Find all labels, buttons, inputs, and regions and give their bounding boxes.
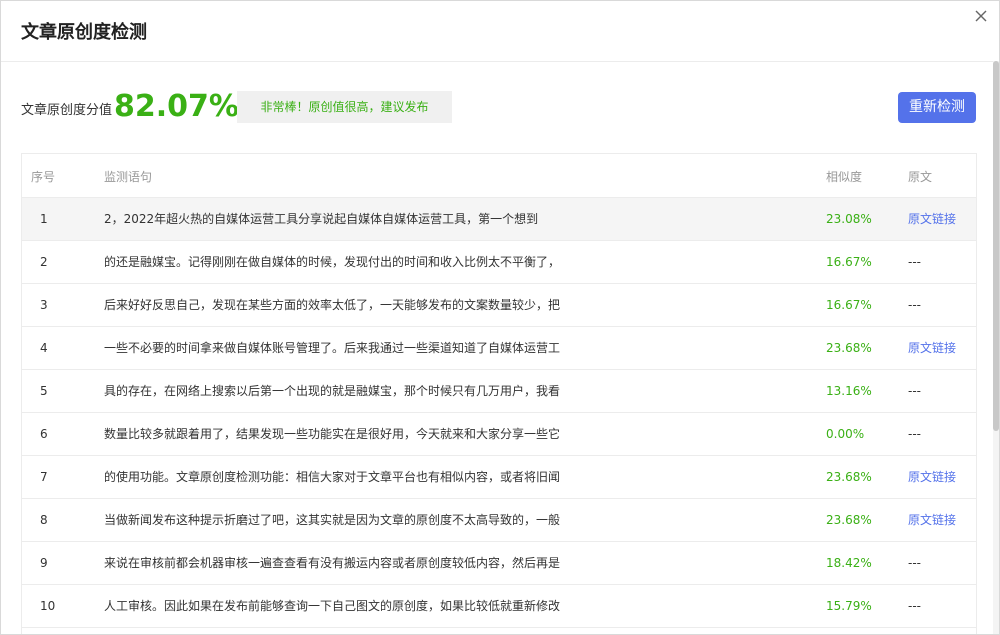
dialog-header: 文章原创度检测 xyxy=(1,1,999,62)
recheck-button[interactable]: 重新检测 xyxy=(898,92,976,123)
header-sentence: 监测语句 xyxy=(104,170,153,184)
originality-dialog: 文章原创度检测 文章原创度分值 82.07% 非常棒！原创值很高，建议发布 重新… xyxy=(0,0,1000,635)
dialog-title: 文章原创度检测 xyxy=(21,22,147,43)
source-empty: --- xyxy=(908,255,921,269)
row-index: 2 xyxy=(40,255,48,269)
source-link[interactable]: 原文链接 xyxy=(908,499,956,541)
score-note: 非常棒！原创值很高，建议发布 xyxy=(237,91,452,123)
row-index: 5 xyxy=(40,384,48,398)
row-index: 6 xyxy=(40,427,48,441)
row-index: 4 xyxy=(40,341,48,355)
row-sentence: 后来好好反思自己，发现在某些方面的效率太低了，一天能够发布的文案数量较少，把 xyxy=(104,298,561,312)
table-row: 9 来说在审核前都会机器审核一遍查查看有没有搬运内容或者原创度较低内容，然后再是 1… xyxy=(22,542,976,585)
row-similarity: 16.67% xyxy=(826,255,872,269)
table-body: 1 2，2022年超火热的自媒体运营工具分享说起自媒体自媒体运营工具，第一个想到 2… xyxy=(22,198,976,628)
row-sentence: 的还是融媒宝。记得刚刚在做自媒体的时候，发现付出的时间和收入比例太不平衡了， xyxy=(104,255,561,269)
table-row: 5 具的存在，在网络上搜索以后第一个出现的就是融媒宝，那个时候只有几万用户，我看 1… xyxy=(22,370,976,413)
row-index: 7 xyxy=(40,470,48,484)
score-value: 82.07% xyxy=(114,89,239,124)
source-link[interactable]: 原文链接 xyxy=(908,327,956,369)
results-table: 序号 监测语句 相似度 原文 1 2，2022年超火热的自媒体运营工具分享说起自媒… xyxy=(21,153,977,634)
source-link[interactable]: 原文链接 xyxy=(908,456,956,498)
source-empty: --- xyxy=(908,556,921,570)
header-source: 原文 xyxy=(908,170,933,184)
table-row: 4 一些不必要的时间拿来做自媒体账号管理了。后来我通过一些渠道知道了自媒体运营工 2… xyxy=(22,327,976,370)
header-index: 序号 xyxy=(31,170,56,184)
source-empty: --- xyxy=(908,298,921,312)
row-index: 9 xyxy=(40,556,48,570)
scrollbar-thumb[interactable] xyxy=(993,61,999,431)
row-sentence: 当做新闻发布这种提示折磨过了吧，这其实就是因为文章的原创度不太高导致的，一般 xyxy=(104,513,561,527)
row-index: 8 xyxy=(40,513,48,527)
row-sentence: 数量比较多就跟着用了，结果发现一些功能实在是很好用，今天就来和大家分享一些它 xyxy=(104,427,561,441)
source-empty: --- xyxy=(908,599,921,613)
table-row: 6 数量比较多就跟着用了，结果发现一些功能实在是很好用，今天就来和大家分享一些它 0… xyxy=(22,413,976,456)
row-index: 10 xyxy=(40,599,56,613)
row-similarity: 0.00% xyxy=(826,427,865,441)
row-index: 1 xyxy=(40,212,48,226)
row-index: 3 xyxy=(40,298,48,312)
table-row: 2 的还是融媒宝。记得刚刚在做自媒体的时候，发现付出的时间和收入比例太不平衡了， 1… xyxy=(22,241,976,284)
row-similarity: 13.16% xyxy=(826,384,872,398)
close-icon[interactable] xyxy=(973,8,989,24)
row-sentence: 一些不必要的时间拿来做自媒体账号管理了。后来我通过一些渠道知道了自媒体运营工 xyxy=(104,341,561,355)
row-sentence: 来说在审核前都会机器审核一遍查查看有没有搬运内容或者原创度较低内容，然后再是 xyxy=(104,556,561,570)
row-similarity: 16.67% xyxy=(826,298,872,312)
table-row: 3 后来好好反思自己，发现在某些方面的效率太低了，一天能够发布的文案数量较少，把 1… xyxy=(22,284,976,327)
table-row: 7 的使用功能。文章原创度检测功能：相信大家对于文章平台也有相似内容，或者将旧闻 2… xyxy=(22,456,976,499)
source-empty: --- xyxy=(908,384,921,398)
row-similarity: 23.08% xyxy=(826,212,872,226)
source-link[interactable]: 原文链接 xyxy=(908,198,956,240)
row-similarity: 18.42% xyxy=(826,556,872,570)
row-similarity: 23.68% xyxy=(826,513,872,527)
table-row: 10 人工审核。因此如果在发布前能够查询一下自己图文的原创度，如果比较低就重新修改… xyxy=(22,585,976,628)
row-sentence: 人工审核。因此如果在发布前能够查询一下自己图文的原创度，如果比较低就重新修改 xyxy=(104,599,561,613)
score-label: 文章原创度分值 xyxy=(21,103,113,118)
source-empty: --- xyxy=(908,427,921,441)
row-sentence: 具的存在，在网络上搜索以后第一个出现的就是融媒宝，那个时候只有几万用户，我看 xyxy=(104,384,561,398)
row-sentence: 2，2022年超火热的自媒体运营工具分享说起自媒体自媒体运营工具，第一个想到 xyxy=(104,212,539,226)
header-similarity: 相似度 xyxy=(826,170,863,184)
row-similarity: 15.79% xyxy=(826,599,872,613)
row-similarity: 23.68% xyxy=(826,470,872,484)
row-similarity: 23.68% xyxy=(826,341,872,355)
table-header: 序号 监测语句 相似度 原文 xyxy=(22,154,976,198)
table-row: 8 当做新闻发布这种提示折磨过了吧，这其实就是因为文章的原创度不太高导致的，一般 2… xyxy=(22,499,976,542)
table-row: 1 2，2022年超火热的自媒体运营工具分享说起自媒体自媒体运营工具，第一个想到 2… xyxy=(22,198,976,241)
row-sentence: 的使用功能。文章原创度检测功能：相信大家对于文章平台也有相似内容，或者将旧闻 xyxy=(104,470,561,484)
